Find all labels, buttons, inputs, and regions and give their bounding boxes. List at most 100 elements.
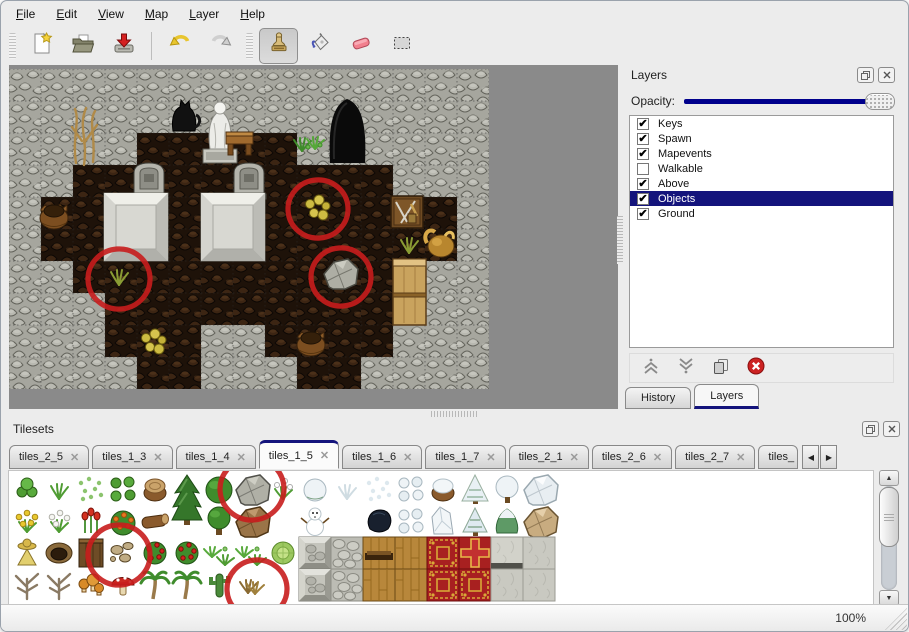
close-tab-icon[interactable]: ✕	[403, 451, 412, 464]
tile-carpet-ornate[interactable]	[427, 569, 459, 601]
close-panel-icon[interactable]	[883, 421, 900, 437]
redo-button[interactable]	[201, 28, 240, 64]
layer-row-ground[interactable]: ✔Ground	[630, 206, 893, 221]
layer-row-objects[interactable]: ✔Objects	[630, 191, 893, 206]
close-tab-icon[interactable]: ✕	[486, 451, 495, 464]
tile-carpet-ornate[interactable]	[459, 569, 491, 601]
duplicate-layer-button[interactable]	[710, 357, 732, 379]
menu-map[interactable]: Map	[145, 7, 168, 21]
tile-pit[interactable]	[46, 543, 72, 563]
menu-file[interactable]: File	[16, 7, 35, 21]
tile-wood-lintel[interactable]	[363, 537, 395, 569]
tileset-tab-bar: tiles_2_5✕tiles_1_3✕tiles_1_4✕tiles_1_5✕…	[9, 440, 902, 469]
tile-berry-bush[interactable]	[176, 542, 198, 564]
tile-wall-cobble[interactable]	[331, 569, 363, 601]
layer-visibility-checkbox[interactable]: ✔	[637, 193, 649, 205]
tileset-scrollbar[interactable]: ▲ ▼	[879, 470, 899, 606]
layer-visibility-checkbox[interactable]: ✔	[637, 148, 649, 160]
delete-layer-button[interactable]	[745, 357, 767, 379]
toolbar-drag-handle[interactable]	[9, 33, 16, 59]
dock-tab-layers[interactable]: Layers	[694, 384, 759, 409]
tile-flowers-red[interactable]	[82, 508, 100, 533]
tileset-tab-tiles_2_5[interactable]: tiles_2_5✕	[9, 445, 89, 469]
layer-list[interactable]: ✔Keys✔Spawn✔MapeventsWalkable✔Above✔Obje…	[629, 115, 894, 348]
layer-visibility-checkbox[interactable]	[637, 163, 649, 175]
tile-wood-plain[interactable]	[395, 569, 427, 601]
tile-wall-frame[interactable]	[299, 569, 331, 601]
tileset-tab-tiles_1_7[interactable]: tiles_1_7✕	[425, 445, 505, 469]
tileset-grid[interactable]	[8, 470, 874, 606]
tile-lettuce[interactable]	[272, 542, 294, 564]
tileset-tab-tiles_1_3[interactable]: tiles_1_3✕	[92, 445, 172, 469]
layer-visibility-checkbox[interactable]: ✔	[637, 133, 649, 145]
close-tab-icon[interactable]: ✕	[70, 451, 79, 464]
tab-scroll-left-icon[interactable]: ◀	[802, 445, 819, 469]
close-tab-icon[interactable]: ✕	[237, 451, 246, 464]
tile-carpet-cross[interactable]	[459, 537, 491, 569]
menu-edit[interactable]: Edit	[56, 7, 77, 21]
float-panel-icon[interactable]	[857, 67, 874, 83]
close-tab-icon[interactable]: ✕	[653, 451, 662, 464]
layer-visibility-checkbox[interactable]: ✔	[637, 178, 649, 190]
opacity-slider[interactable]	[684, 93, 895, 109]
close-tab-icon[interactable]: ✕	[736, 451, 745, 464]
tileset-tab-tiles_2_6[interactable]: tiles_2_6✕	[592, 445, 672, 469]
save-button[interactable]	[104, 28, 143, 64]
tile-wood-plain[interactable]	[363, 569, 395, 601]
menu-help[interactable]: Help	[240, 7, 265, 21]
tileset-svg[interactable]	[9, 471, 871, 605]
close-tab-icon[interactable]: ✕	[153, 451, 162, 464]
tile-stump[interactable]	[144, 479, 166, 501]
tile-gray-plain[interactable]	[523, 537, 555, 569]
new-file-button[interactable]	[22, 28, 61, 64]
layer-row-spawn[interactable]: ✔Spawn	[630, 131, 893, 146]
horizontal-splitter[interactable]	[431, 411, 479, 417]
tileset-tab-tiles_1_6[interactable]: tiles_1_6✕	[342, 445, 422, 469]
open-button[interactable]	[63, 28, 102, 64]
layer-row-walkable[interactable]: Walkable	[630, 161, 893, 176]
move-layer-down-button[interactable]	[675, 357, 697, 379]
scroll-up-icon[interactable]: ▲	[879, 470, 899, 486]
layer-row-keys[interactable]: ✔Keys	[630, 116, 893, 131]
tile-wood-plain[interactable]	[395, 537, 427, 569]
tile-wall-frame[interactable]	[299, 537, 331, 569]
menu-layer[interactable]: Layer	[189, 7, 219, 21]
move-layer-up-button[interactable]	[640, 357, 662, 379]
eraser-tool-button[interactable]	[341, 28, 380, 64]
fill-tool-button[interactable]	[300, 28, 339, 64]
layer-visibility-checkbox[interactable]: ✔	[637, 118, 649, 130]
map-canvas[interactable]	[9, 65, 618, 409]
scrollbar-thumb[interactable]	[879, 487, 899, 547]
tab-scroll-right-icon[interactable]: ▶	[820, 445, 837, 469]
tile-snow-stump[interactable]	[432, 479, 454, 501]
close-tab-icon[interactable]: ✕	[320, 449, 329, 462]
tile-snow-bush[interactable]	[304, 479, 326, 501]
stamp-tool-button[interactable]	[259, 28, 298, 64]
tile-gray-edge[interactable]	[491, 537, 523, 569]
tileset-tab-tiles_1_5[interactable]: tiles_1_5✕	[259, 440, 339, 469]
tileset-tab-tiles_2_1[interactable]: tiles_2_1✕	[509, 445, 589, 469]
toolbar-drag-handle[interactable]	[246, 33, 253, 59]
layer-row-mapevents[interactable]: ✔Mapevents	[630, 146, 893, 161]
tile-hole-dark[interactable]	[368, 510, 391, 532]
tile-carpet-ornate[interactable]	[427, 537, 459, 569]
tileset-tab-label: tiles_	[768, 451, 794, 463]
map-svg[interactable]	[9, 69, 489, 389]
layer-row-above[interactable]: ✔Above	[630, 176, 893, 191]
tileset-tab-tiles_1_4[interactable]: tiles_1_4✕	[176, 445, 256, 469]
select-tool-button[interactable]	[382, 28, 421, 64]
menu-view[interactable]: View	[98, 7, 124, 21]
layer-visibility-checkbox[interactable]: ✔	[637, 208, 649, 220]
opacity-slider-handle[interactable]	[865, 93, 895, 110]
tile-gray-plain[interactable]	[523, 569, 555, 601]
undo-button[interactable]	[160, 28, 199, 64]
tile-gray-plain[interactable]	[491, 569, 523, 601]
toolbar	[1, 26, 908, 65]
close-tab-icon[interactable]: ✕	[570, 451, 579, 464]
dock-tab-history[interactable]: History	[625, 387, 691, 409]
tileset-tab-tiles[interactable]: tiles_	[758, 445, 798, 469]
close-panel-icon[interactable]	[878, 67, 895, 83]
tileset-tab-tiles_2_7[interactable]: tiles_2_7✕	[675, 445, 755, 469]
float-panel-icon[interactable]	[862, 421, 879, 437]
tile-wall-cobble[interactable]	[331, 537, 363, 569]
